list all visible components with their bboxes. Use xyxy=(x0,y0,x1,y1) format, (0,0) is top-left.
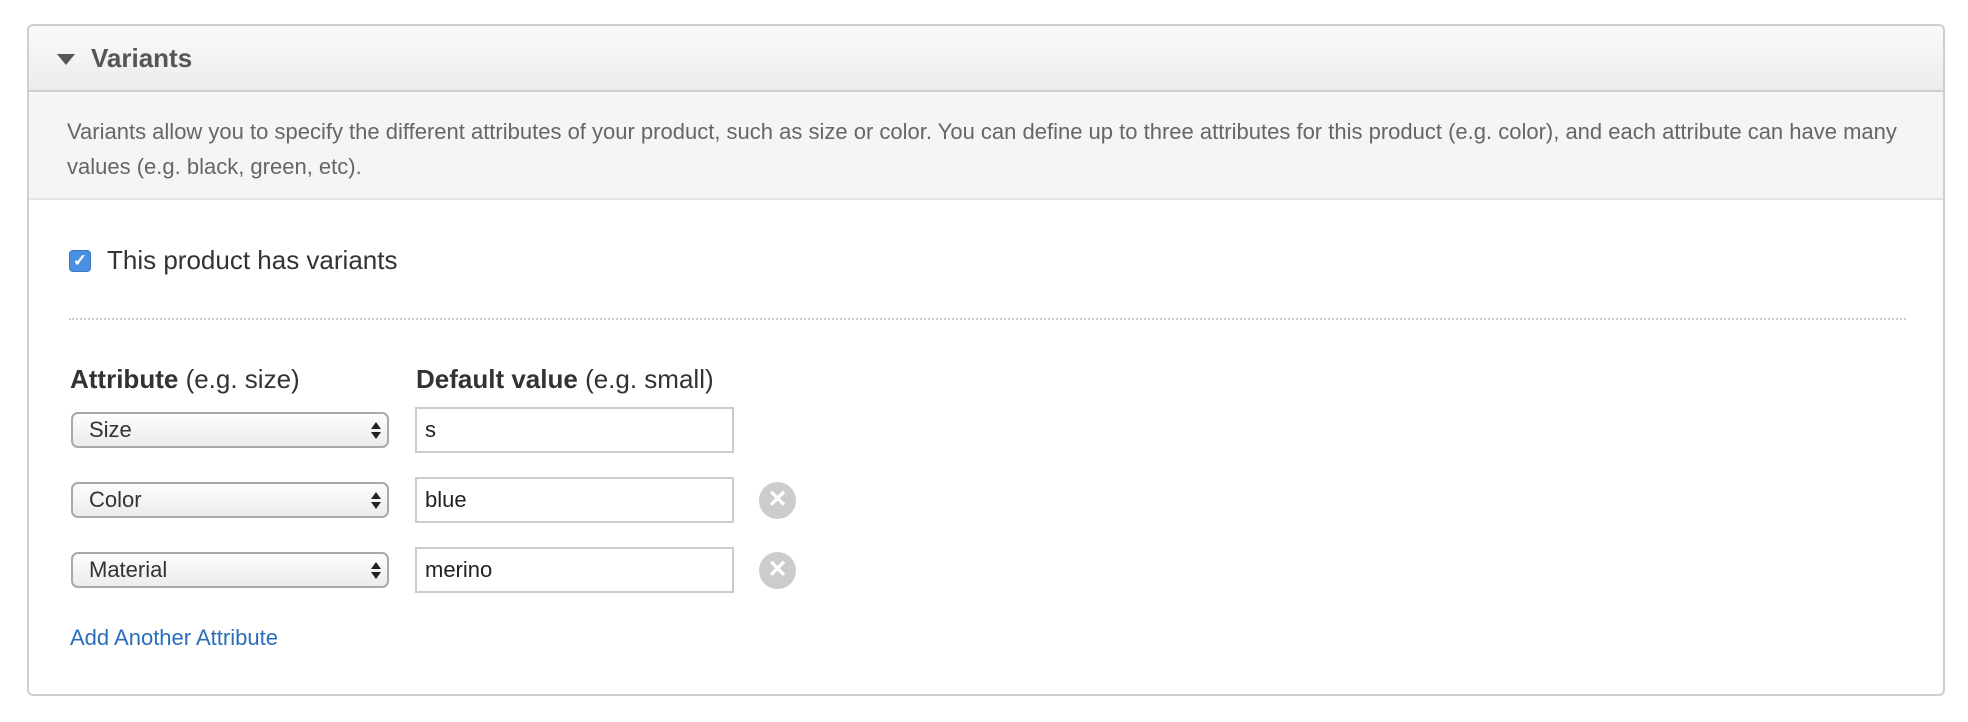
divider xyxy=(69,318,1906,320)
panel-body: ✓ This product has variants Attribute (e… xyxy=(29,200,1943,674)
up-down-arrows-icon xyxy=(371,561,381,579)
default-value-input[interactable] xyxy=(415,477,734,523)
has-variants-checkbox[interactable]: ✓ xyxy=(69,249,91,272)
default-value-column-header: Default value (e.g. small) xyxy=(416,364,714,395)
attribute-row: Size xyxy=(71,407,734,453)
attribute-select[interactable]: Color xyxy=(71,482,389,518)
has-variants-label[interactable]: This product has variants xyxy=(107,245,397,276)
attribute-column-header: Attribute (e.g. size) xyxy=(70,364,300,395)
attribute-label: Attribute xyxy=(70,364,179,394)
attribute-select[interactable]: Size xyxy=(71,412,389,448)
add-another-attribute-link[interactable]: Add Another Attribute xyxy=(70,625,278,651)
attribute-row: Material ✕ xyxy=(71,547,796,593)
attribute-select[interactable]: Material xyxy=(71,552,389,588)
default-value-label: Default value xyxy=(416,364,578,394)
up-down-arrows-icon xyxy=(371,421,381,439)
panel-title: Variants xyxy=(91,42,193,73)
attribute-row: Color ✕ xyxy=(71,477,796,523)
close-circle-icon[interactable]: ✕ xyxy=(759,551,796,589)
default-value-input[interactable] xyxy=(415,547,734,593)
up-down-arrows-icon xyxy=(371,491,381,509)
panel-description: Variants allow you to specify the differ… xyxy=(29,92,1943,200)
close-circle-icon[interactable]: ✕ xyxy=(759,481,796,519)
attribute-hint: (e.g. size) xyxy=(185,364,300,394)
attribute-select-value: Material xyxy=(89,557,168,582)
variants-panel: Variants Variants allow you to specify t… xyxy=(27,24,1945,696)
caret-down-icon[interactable] xyxy=(57,53,75,65)
checkmark-icon: ✓ xyxy=(72,250,88,270)
has-variants-row[interactable]: ✓ This product has variants xyxy=(69,245,397,276)
panel-header[interactable]: Variants xyxy=(29,26,1943,92)
attribute-select-value: Size xyxy=(89,417,132,442)
attribute-select-value: Color xyxy=(89,487,142,512)
default-value-hint: (e.g. small) xyxy=(585,364,714,394)
default-value-input[interactable] xyxy=(415,407,734,453)
